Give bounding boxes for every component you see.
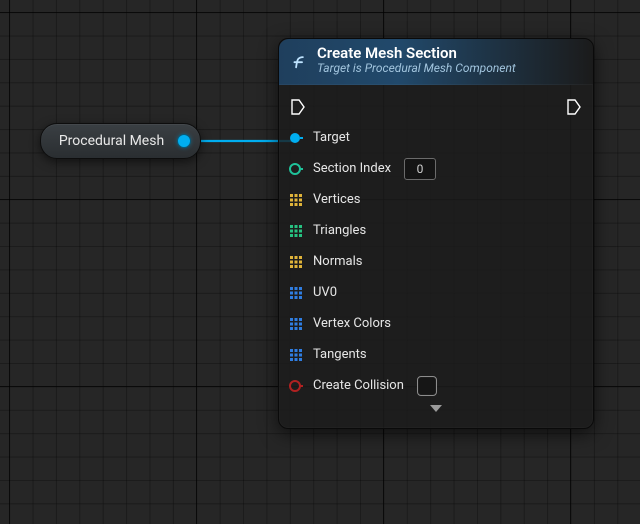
array-pin-icon xyxy=(289,348,303,362)
pin-row-section-index: Section Index 0 xyxy=(289,153,583,184)
function-icon xyxy=(291,52,308,69)
pin-row-create-collision: Create Collision xyxy=(289,370,583,401)
array-pin-icon xyxy=(289,317,303,331)
pin-row-uv0: UV0 xyxy=(289,277,583,308)
input-pin-section-index[interactable] xyxy=(289,162,303,176)
pin-label: Section Index xyxy=(313,161,391,176)
output-pin-procedural-mesh[interactable] xyxy=(168,124,200,158)
pin-label: Tangents xyxy=(313,347,367,362)
node-variable-procedural-mesh[interactable]: Procedural Mesh xyxy=(40,123,201,159)
array-pin-icon xyxy=(289,286,303,300)
pin-row-vertex-colors: Vertex Colors xyxy=(289,308,583,339)
pin-label: Create Collision xyxy=(313,378,404,393)
pin-row-target: Target xyxy=(289,122,583,153)
pin-label: Vertex Colors xyxy=(313,316,391,331)
object-pin-icon xyxy=(289,131,303,145)
int-pin-icon xyxy=(289,162,303,176)
array-pin-icon xyxy=(289,193,303,207)
input-pin-vertices[interactable] xyxy=(289,193,303,207)
node-subtitle: Target is Procedural Mesh Component xyxy=(317,62,516,76)
bool-pin-icon xyxy=(289,379,303,393)
pin-row-normals: Normals xyxy=(289,246,583,277)
chevron-down-icon xyxy=(429,404,443,414)
object-pin-icon xyxy=(177,134,191,148)
exec-pin-icon xyxy=(291,99,305,115)
expand-node-row xyxy=(289,401,583,424)
input-pin-normals[interactable] xyxy=(289,255,303,269)
expand-node-button[interactable] xyxy=(429,403,443,418)
pin-label: Target xyxy=(313,130,350,145)
input-pin-triangles[interactable] xyxy=(289,224,303,238)
pin-label: Triangles xyxy=(313,223,366,238)
exec-row xyxy=(289,91,583,122)
pin-row-vertices: Vertices xyxy=(289,184,583,215)
exec-pin-icon xyxy=(567,99,581,115)
array-pin-icon xyxy=(289,255,303,269)
create-collision-checkbox[interactable] xyxy=(417,376,437,396)
input-pin-vertex-colors[interactable] xyxy=(289,317,303,331)
pin-label: UV0 xyxy=(313,285,337,300)
exec-in-pin[interactable] xyxy=(291,100,305,114)
node-create-mesh-section[interactable]: Create Mesh Section Target is Procedural… xyxy=(278,38,594,429)
input-pin-uv0[interactable] xyxy=(289,286,303,300)
node-title: Create Mesh Section xyxy=(317,45,516,62)
array-pin-icon xyxy=(289,224,303,238)
node-header[interactable]: Create Mesh Section Target is Procedural… xyxy=(279,39,593,85)
pin-label: Normals xyxy=(313,254,362,269)
node-body: Target Section Index 0 xyxy=(279,85,593,428)
blueprint-graph-canvas[interactable]: Procedural Mesh Create Mesh Section Targ… xyxy=(0,0,640,524)
exec-out-pin[interactable] xyxy=(567,100,581,114)
input-pin-create-collision[interactable] xyxy=(289,379,303,393)
pin-label: Vertices xyxy=(313,192,360,207)
pin-row-tangents: Tangents xyxy=(289,339,583,370)
variable-label: Procedural Mesh xyxy=(41,133,168,149)
pin-row-triangles: Triangles xyxy=(289,215,583,246)
input-pin-target[interactable] xyxy=(289,131,303,145)
section-index-input[interactable]: 0 xyxy=(404,158,436,180)
input-pin-tangents[interactable] xyxy=(289,348,303,362)
